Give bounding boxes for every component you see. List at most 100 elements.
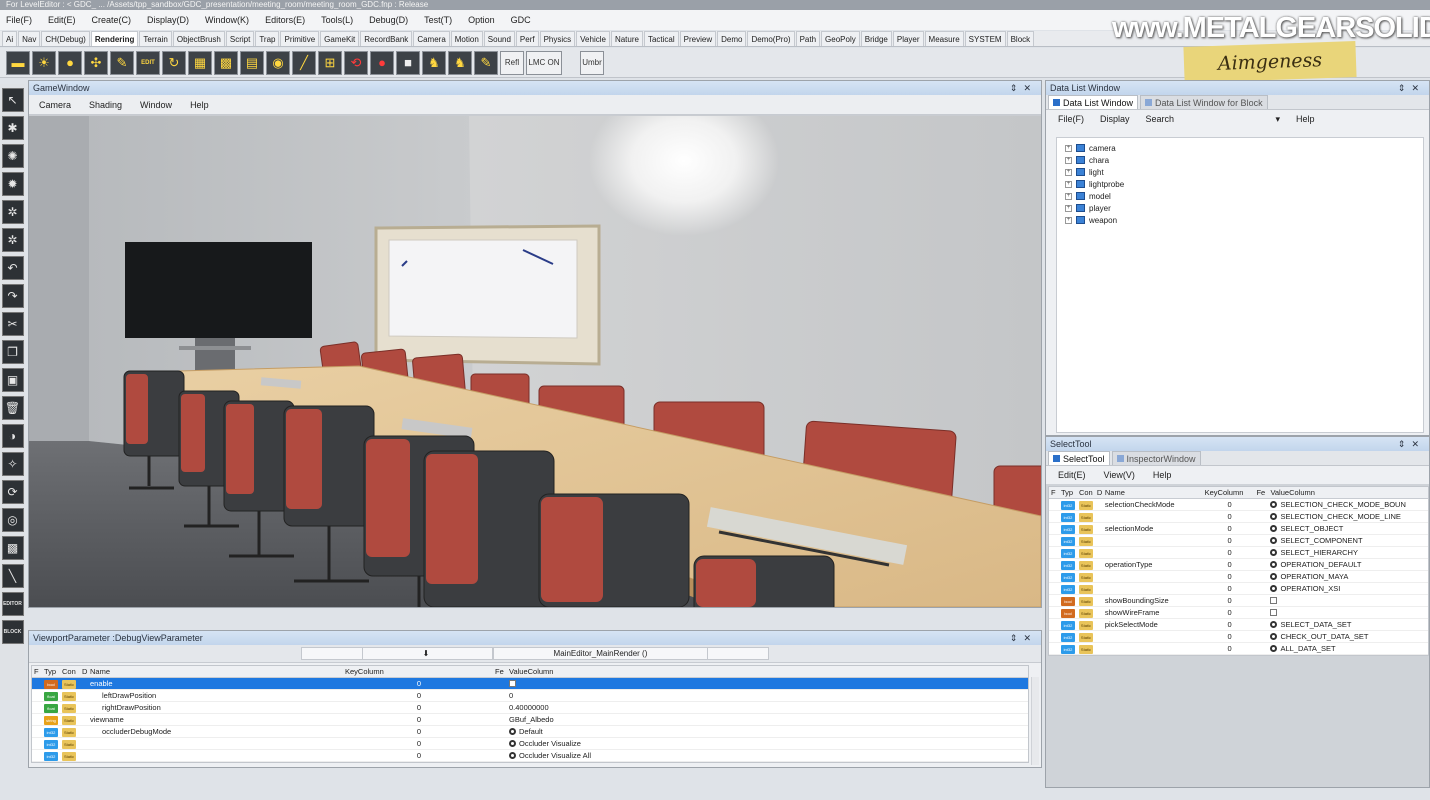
radio-icon[interactable]	[1270, 645, 1278, 652]
column-header[interactable]: F	[1049, 488, 1059, 497]
column-header[interactable]: Fe	[1254, 488, 1268, 497]
column-header[interactable]: KeyColumn	[343, 667, 493, 676]
dl-menu-file[interactable]: File(F)	[1058, 114, 1084, 124]
table-row[interactable]: int32 Static selectionCheckMode 0 SELECTION_…	[1049, 499, 1428, 511]
dl-menu-display[interactable]: Display	[1100, 114, 1130, 124]
gw-menu-help[interactable]: Help	[190, 100, 209, 110]
radio-icon[interactable]	[1270, 513, 1278, 520]
category-tab[interactable]: CH(Debug)	[41, 31, 90, 46]
table-row[interactable]: int32 Static selectionMode 0 SELECT_OBJECT	[1049, 523, 1428, 535]
viewport-param-scrollbar[interactable]	[1031, 677, 1039, 765]
column-header[interactable]: Typ	[1059, 488, 1077, 497]
stop-icon[interactable]: ■	[396, 50, 420, 75]
category-tab[interactable]: Physics	[539, 31, 576, 46]
gw-menu-camera[interactable]: Camera	[39, 100, 71, 110]
st-menu-view[interactable]: View(V)	[1104, 470, 1135, 480]
lmc-toggle[interactable]: LMC ON	[526, 50, 562, 75]
menu-gdc[interactable]: GDC	[511, 15, 531, 25]
st-menu-edit[interactable]: Edit(E)	[1058, 470, 1086, 480]
column-header[interactable]: D	[1095, 488, 1103, 497]
tree-item[interactable]: + lightprobe	[1065, 178, 1415, 190]
brush-icon[interactable]: ╱	[292, 50, 316, 75]
table-row[interactable]: int32 Static 0 CHECK_OUT_DATA_SET	[1049, 631, 1428, 643]
camera-icon[interactable]: ▩	[1, 536, 24, 560]
character-b-icon[interactable]: ♞	[448, 50, 472, 75]
expand-icon[interactable]: +	[1065, 168, 1072, 176]
radio-icon[interactable]	[1270, 585, 1278, 592]
refresh-icon[interactable]: ↻	[162, 50, 186, 75]
expand-icon[interactable]: +	[1065, 204, 1072, 212]
gear-icon[interactable]: ✲	[1, 200, 24, 224]
radio-icon[interactable]	[509, 728, 516, 735]
grid-b-icon[interactable]: ▩	[214, 50, 238, 75]
column-header[interactable]: F	[32, 667, 42, 676]
value-cell[interactable]: OPERATION_DEFAULT	[1268, 560, 1428, 569]
expand-icon[interactable]: +	[1065, 180, 1072, 188]
umbra-button[interactable]: Umbr	[580, 50, 604, 75]
value-cell[interactable]: ALL_DATA_SET	[1268, 644, 1428, 653]
expand-icon[interactable]: +	[1065, 156, 1072, 164]
category-tab[interactable]: Trap	[255, 31, 280, 46]
value-cell[interactable]	[507, 679, 1027, 688]
category-tab[interactable]: Demo	[717, 31, 747, 46]
menu-debug[interactable]: Debug(D)	[369, 15, 408, 25]
record-loop-icon[interactable]: ⟲	[344, 50, 368, 75]
category-tab[interactable]: Path	[795, 31, 821, 46]
category-tab[interactable]: Script	[225, 31, 255, 46]
expand-icon[interactable]: +	[1065, 192, 1072, 200]
table-row[interactable]: bool Static enable 0	[32, 678, 1028, 690]
category-tab[interactable]: SYSTEM	[964, 31, 1006, 46]
table-row[interactable]: int32 Static 0 OPERATION_XSI	[1049, 583, 1428, 595]
gear-alt-icon[interactable]: ✲	[1, 228, 24, 252]
column-header[interactable]: KeyColumn	[1203, 488, 1255, 497]
record-icon[interactable]: ●	[370, 50, 394, 75]
menu-editors[interactable]: Editors(E)	[265, 15, 305, 25]
table-row[interactable]: int32 Static occluderDebugMode 0 Default	[32, 726, 1028, 738]
table-row[interactable]: bool Static showBoundingSize 0	[1049, 595, 1428, 607]
category-tab[interactable]: Terrain	[139, 31, 172, 46]
radio-icon[interactable]	[1270, 549, 1278, 556]
category-tab[interactable]: ObjectBrush	[172, 31, 225, 46]
viewport-param-controls[interactable]: ⇕✕	[1010, 631, 1037, 645]
value-cell[interactable]	[1268, 596, 1428, 605]
value-cell[interactable]: 0.40000000	[507, 703, 1027, 712]
gw-menu-shading[interactable]: Shading	[89, 100, 122, 110]
sync-icon[interactable]: ⟳	[1, 480, 24, 504]
data-list-controls[interactable]: ⇕✕	[1398, 81, 1425, 95]
menu-display[interactable]: Display(D)	[147, 15, 189, 25]
value-cell[interactable]	[1268, 608, 1428, 617]
menu-file[interactable]: File(F)	[6, 15, 32, 25]
column-header[interactable]: D	[80, 667, 88, 676]
checkbox[interactable]	[509, 680, 516, 687]
column-header[interactable]: Con	[1077, 488, 1095, 497]
category-tab[interactable]: Demo(Pro)	[747, 31, 795, 46]
category-tab[interactable]: Rendering	[90, 31, 139, 46]
tree-item[interactable]: + player	[1065, 202, 1415, 214]
pencil-icon[interactable]: ✎	[110, 50, 134, 75]
table-row[interactable]: int32 Static 0 SELECT_COMPONENT	[1049, 535, 1428, 547]
radio-icon[interactable]	[1270, 621, 1278, 628]
radio-icon[interactable]	[1270, 501, 1278, 508]
wrench-icon[interactable]: ✧	[1, 452, 24, 476]
value-cell[interactable]: SELECT_HIERARCHY	[1268, 548, 1428, 557]
select-tool-controls[interactable]: ⇕✕	[1398, 437, 1425, 451]
category-tab[interactable]: Preview	[679, 31, 717, 46]
table-row[interactable]: int32 Static 0 SELECTION_CHECK_MODE_LINE	[1049, 511, 1428, 523]
tree-item[interactable]: + model	[1065, 190, 1415, 202]
viewport-icon[interactable]: ▬	[6, 50, 30, 75]
category-tab[interactable]: Player	[892, 31, 924, 46]
game-window-controls[interactable]: ⇕✕	[1010, 81, 1037, 95]
rotate-gizmo-icon[interactable]: ✺	[1, 144, 24, 168]
category-tab[interactable]: Perf	[515, 31, 539, 46]
dl-menu-search[interactable]: Search	[1146, 114, 1175, 124]
menu-window[interactable]: Window(K)	[205, 15, 249, 25]
value-cell[interactable]: SELECTION_CHECK_MODE_LINE	[1268, 512, 1428, 521]
undo-icon[interactable]: ↶	[1, 256, 24, 280]
menu-create[interactable]: Create(C)	[92, 15, 132, 25]
radio-icon[interactable]	[1270, 537, 1278, 544]
radio-icon[interactable]	[1270, 525, 1278, 532]
tree-item[interactable]: + light	[1065, 166, 1415, 178]
category-tab[interactable]: Measure	[924, 31, 964, 46]
st-menu-help[interactable]: Help	[1153, 470, 1172, 480]
focus-icon[interactable]: ◎	[1, 508, 24, 532]
